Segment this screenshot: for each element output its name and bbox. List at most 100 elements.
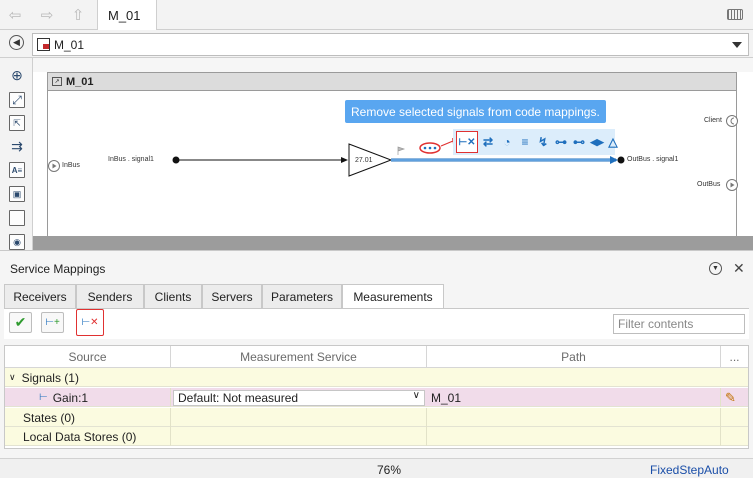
model-address-bar[interactable]: M_01: [32, 33, 749, 56]
empty-cell: [171, 408, 427, 427]
flask-icon[interactable]: △: [605, 134, 621, 150]
subsystem-diagram[interactable]: ↗ M_01 InBus InBus . signal1 27.01 OutBu…: [47, 72, 738, 250]
lightning-icon[interactable]: ↯: [535, 134, 551, 150]
empty-cell: [427, 427, 721, 446]
column-path[interactable]: Path: [427, 346, 721, 368]
solver-link[interactable]: FixedStepAuto: [650, 463, 729, 477]
fit-to-view-icon[interactable]: ⤢: [9, 92, 25, 108]
back-arrow-icon[interactable]: ⇦: [5, 6, 25, 24]
model-icon: [37, 38, 50, 51]
measurement-service-select[interactable]: Default: Not measured ∨: [173, 389, 425, 406]
remove-signal-icon[interactable]: ⊢✕: [456, 131, 478, 153]
signal-out-dot: [617, 156, 625, 164]
inport-label: InBus: [62, 162, 80, 169]
column-more[interactable]: ...: [721, 346, 748, 368]
tab-servers[interactable]: Servers: [202, 284, 262, 308]
tab-receivers[interactable]: Receivers: [4, 284, 76, 308]
group-signals-label: Signals (1): [21, 370, 79, 385]
remove-signal-button[interactable]: ⊢ ✕: [76, 309, 104, 336]
address-text: M_01: [54, 37, 85, 52]
path-cell: M_01: [427, 388, 721, 407]
client-port-label: Client: [704, 117, 722, 124]
mapping-toolbar: ✔ ⊢ + ⊢ ✕ Filter contents: [4, 309, 749, 339]
signal-out-label: OutBus . signal1: [627, 156, 679, 163]
tab-senders[interactable]: Senders: [76, 284, 144, 308]
empty-cell: [171, 427, 427, 446]
more-dot-3: [433, 146, 437, 150]
model-canvas[interactable]: ↗ M_01 InBus InBus . signal1 27.01 OutBu…: [33, 58, 753, 250]
group-lds-cell: Local Data Stores (0): [19, 427, 171, 446]
panel-options-icon[interactable]: ▼: [709, 262, 722, 275]
connect-signal-icon[interactable]: ⇄: [480, 134, 496, 150]
gain-value: 27.01: [355, 157, 373, 164]
tab-measurements[interactable]: Measurements: [342, 284, 444, 309]
keyboard-icon[interactable]: [727, 9, 743, 20]
zoom-level: 76%: [377, 463, 402, 477]
filter-input[interactable]: Filter contents: [613, 314, 745, 334]
tab-measurements-label: Measurements: [353, 290, 433, 304]
camera-icon[interactable]: ◉: [9, 234, 25, 250]
model-tab[interactable]: M_01: [97, 0, 157, 30]
signal-out-arrowhead: [610, 156, 618, 164]
pencil-icon[interactable]: ✎: [721, 388, 748, 407]
outport-label: OutBus: [697, 181, 721, 188]
tab-clients-label: Clients: [154, 289, 192, 304]
bidirectional-icon[interactable]: ◀▶: [589, 134, 605, 150]
hide-browser-icon[interactable]: ◀: [9, 35, 24, 50]
group-states-cell: States (0): [19, 408, 171, 427]
group-row-signals[interactable]: ∨ Signals (1): [5, 368, 748, 387]
measurement-service-cell: Default: Not measured ∨: [171, 388, 427, 407]
empty-cell: [427, 408, 721, 427]
tab-receivers-label: Receivers: [13, 289, 67, 304]
bus-creator-icon[interactable]: ⊶: [553, 134, 569, 150]
group-row-states[interactable]: States (0): [5, 408, 748, 427]
forward-arrow-icon[interactable]: ⇨: [37, 6, 57, 24]
top-nav-bar: ⇦ ⇨ ⇧ M_01: [0, 0, 753, 30]
tab-clients[interactable]: Clients: [144, 284, 202, 308]
signal-icon: ⊢: [39, 392, 48, 403]
source-value: Gain:1: [52, 390, 89, 405]
tab-parameters[interactable]: Parameters: [262, 284, 342, 308]
column-source[interactable]: Source: [5, 346, 171, 368]
panel-title: Service Mappings: [10, 262, 106, 276]
measurement-service-value: Default: Not measured: [178, 390, 299, 405]
bus-selector-icon[interactable]: ⊷: [571, 134, 587, 150]
tab-senders-label: Senders: [87, 289, 133, 304]
chevron-down-icon[interactable]: [732, 42, 742, 48]
annotation-arrow-icon[interactable]: ⇱: [9, 115, 25, 131]
status-bar: 76% FixedStepAuto: [0, 458, 753, 478]
source-cell: ⊢ Gain:1: [19, 388, 171, 407]
hide-arrows-icon[interactable]: ⇉: [9, 138, 25, 154]
canvas-palette: ⊕ ⤢ ⇱ ⇉ A≡ ▣ ◉: [0, 58, 33, 250]
group-states-label: States (0): [23, 410, 76, 425]
canvas-top-strip: [33, 58, 753, 72]
column-measurement-service[interactable]: Measurement Service: [171, 346, 427, 368]
signal-logging-icon[interactable]: ≡: [517, 134, 533, 150]
signal-flag-icon: [397, 146, 406, 155]
path-value: M_01: [431, 390, 462, 405]
signal-in-label: InBus . signal1: [108, 156, 154, 163]
tooltip: Remove selected signals from code mappin…: [345, 100, 606, 123]
more-dot-2: [428, 146, 432, 150]
image-icon[interactable]: ▣: [9, 186, 25, 202]
area-icon[interactable]: [9, 210, 25, 226]
table-row[interactable]: ⊢ Gain:1 Default: Not measured ∨ M_01 ✎: [5, 388, 748, 407]
group-row-local-data-stores[interactable]: Local Data Stores (0): [5, 427, 748, 446]
up-arrow-icon[interactable]: ⇧: [68, 6, 88, 24]
mappings-table: Source Measurement Service Path ... ∨ Si…: [4, 345, 749, 449]
chevron-down-icon[interactable]: ∨: [413, 390, 420, 401]
chevron-down-icon[interactable]: ∨: [9, 372, 16, 383]
close-icon[interactable]: ✕: [733, 260, 745, 277]
model-tab-label: M_01: [108, 7, 141, 23]
wireless-icon[interactable]: ◔: [499, 134, 515, 150]
address-row: ◀ M_01: [0, 30, 753, 58]
client-port-circle[interactable]: [726, 115, 738, 127]
signal-action-bar: ⊢✕ ⇄ ◔ ≡ ↯ ⊶ ⊷ ◀▶ △: [453, 129, 618, 155]
tab-parameters-label: Parameters: [270, 289, 334, 304]
validate-checkmark-icon[interactable]: ✔: [9, 312, 32, 333]
text-annotation-icon[interactable]: A≡: [9, 162, 25, 178]
zoom-icon[interactable]: ⊕: [9, 67, 25, 83]
service-mappings-panel: Service Mappings ▼ ✕ Receivers Senders C…: [0, 250, 753, 478]
signal-in-arrowhead: [341, 157, 348, 163]
add-signal-icon[interactable]: ⊢ +: [41, 312, 64, 333]
